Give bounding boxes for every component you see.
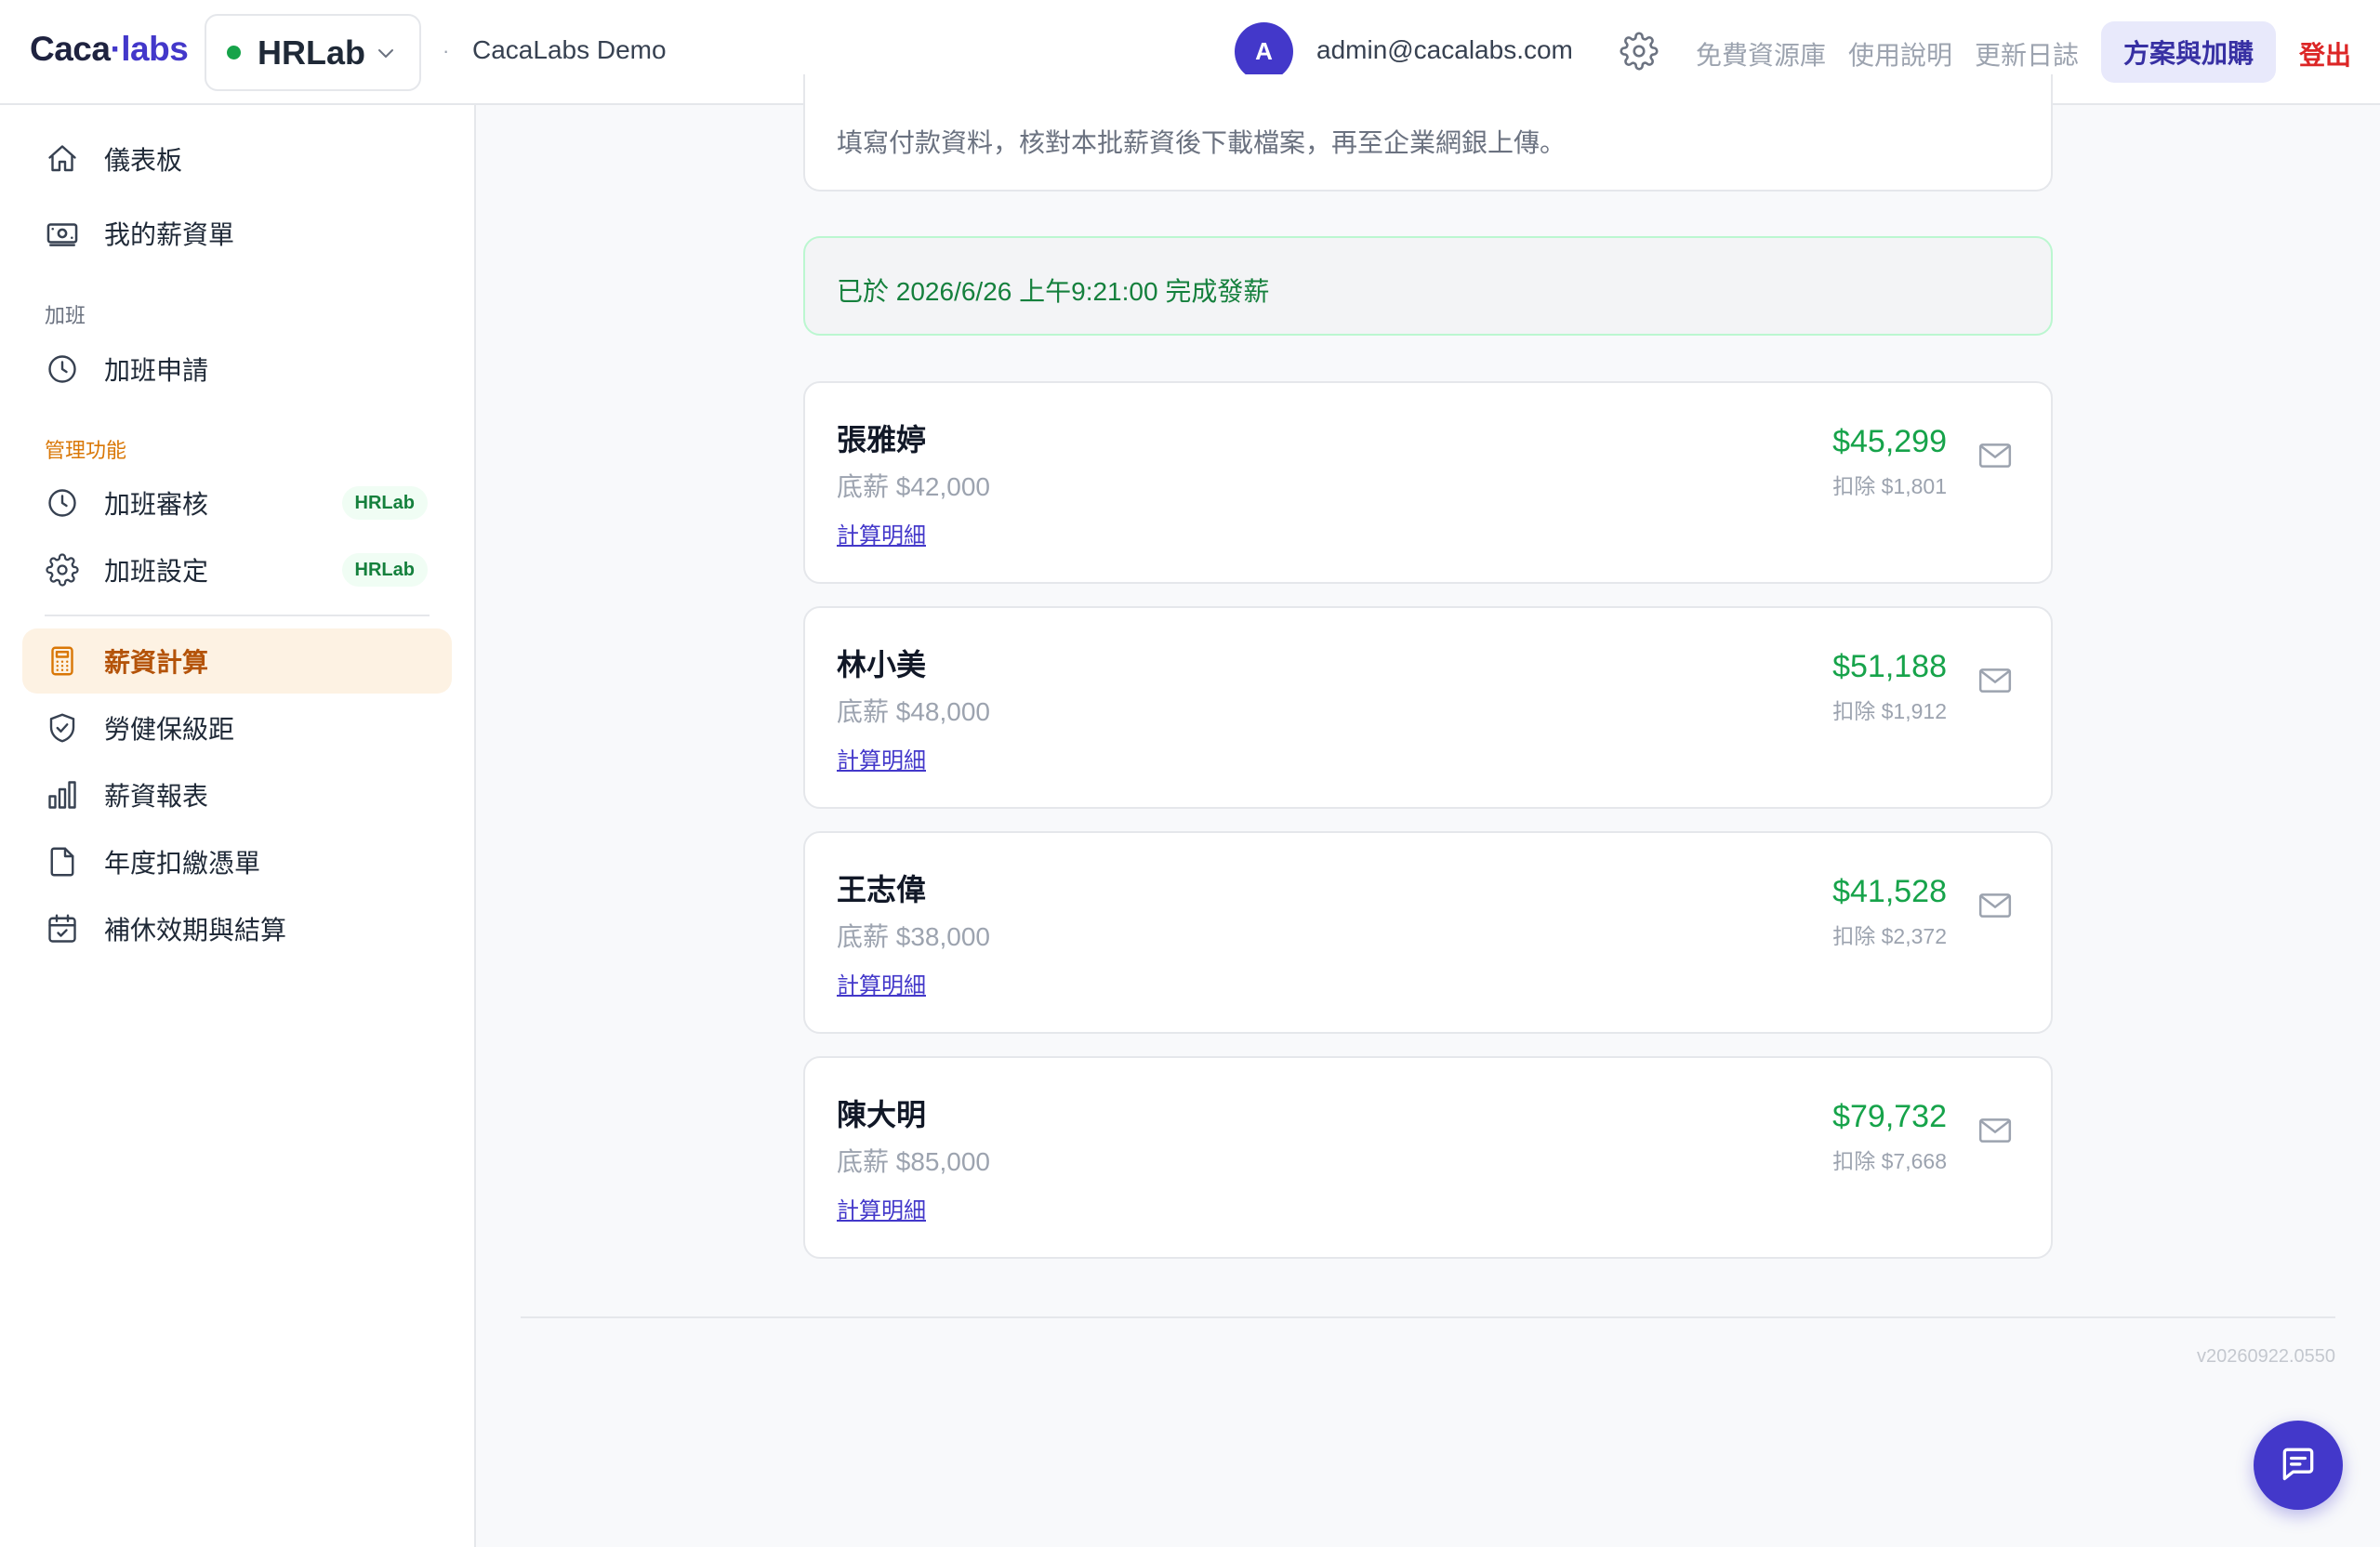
employee-net-pay: $79,732 (1832, 1099, 1947, 1134)
avatar[interactable]: A (1235, 22, 1293, 81)
clock-icon (45, 485, 80, 521)
employee-net-pay: $45,299 (1832, 424, 1947, 459)
employee-card: 王志偉 底薪 $38,000 計算明細 $41,528 扣除 $2,372 (803, 831, 2053, 1034)
employee-deduction: 扣除 $2,372 (1832, 924, 1947, 948)
calculation-detail-link[interactable]: 計算明細 (837, 967, 926, 999)
calculation-detail-link[interactable]: 計算明細 (837, 517, 926, 549)
settings-gear-icon[interactable] (1620, 32, 1659, 75)
instruction-card: 填寫付款資料，核對本批薪資後下載檔案，再至企業網銀上傳。 (803, 74, 2053, 192)
clock-icon (45, 351, 80, 387)
home-icon (45, 141, 80, 177)
employee-card: 林小美 底薪 $48,000 計算明細 $51,188 扣除 $1,912 (803, 606, 2053, 809)
logo-text-left: Caca (30, 30, 111, 68)
sidebar-item-label: 我的薪資單 (104, 220, 235, 249)
section-label-overtime: 加班 (45, 304, 86, 327)
sidebar-item-label: 補休效期與結算 (104, 916, 287, 945)
gear-icon (45, 552, 80, 588)
sidebar-item-label: 勞健保級距 (104, 715, 235, 744)
employee-base-salary: 底薪 $38,000 (837, 922, 990, 951)
sidebar-item-label: 加班審核 (104, 490, 209, 519)
employee-name: 張雅婷 (837, 423, 927, 456)
employee-base-salary: 底薪 $85,000 (837, 1147, 990, 1176)
manual-link[interactable]: 使用說明 (1848, 35, 1952, 73)
sidebar-item-dashboard[interactable]: 儀表板 (22, 126, 452, 192)
user-email: admin@cacalabs.com (1316, 35, 1573, 64)
mail-icon[interactable] (1977, 1112, 2014, 1154)
sidebar-item-payroll[interactable]: 薪資計算 (22, 628, 452, 694)
employee-net-pay: $51,188 (1832, 649, 1947, 684)
sidebar-item-comp-leave[interactable]: 補休效期與結算 (22, 896, 452, 961)
bar-chart-icon (45, 777, 80, 813)
status-dot (227, 46, 241, 60)
employee-card: 陳大明 底薪 $85,000 計算明細 $79,732 扣除 $7,668 (803, 1056, 2053, 1259)
breadcrumb-separator: · (443, 39, 450, 62)
sidebar-divider (45, 615, 430, 616)
logout-button[interactable]: 登出 (2299, 35, 2351, 73)
section-label-admin: 管理功能 (45, 439, 127, 462)
sidebar-item-label: 薪資計算 (104, 648, 209, 677)
employee-card: 張雅婷 底薪 $42,000 計算明細 $45,299 扣除 $1,801 (803, 381, 2053, 584)
calculation-detail-link[interactable]: 計算明細 (837, 742, 926, 774)
sidebar-item-reports[interactable]: 薪資報表 (22, 762, 452, 827)
mail-icon[interactable] (1977, 437, 2014, 479)
completed-message: 已於 2026/6/26 上午9:21:00 完成發薪 (837, 277, 1270, 306)
sidebar-item-label: 年度扣繳憑單 (104, 849, 261, 878)
employee-name: 王志偉 (837, 873, 927, 906)
employee-base-salary: 底薪 $48,000 (837, 697, 990, 726)
employee-net-pay: $41,528 (1832, 874, 1947, 909)
employee-deduction: 扣除 $7,668 (1832, 1149, 1947, 1173)
changelog-link[interactable]: 更新日誌 (1975, 35, 2079, 73)
chat-icon (2278, 1443, 2319, 1488)
sidebar-item-overtime-request[interactable]: 加班申請 (22, 337, 452, 402)
shield-icon (45, 710, 80, 746)
chat-button[interactable] (2254, 1421, 2343, 1510)
employee-name: 陳大明 (837, 1098, 927, 1131)
payslip-icon (45, 216, 80, 251)
app-name: HRLab (258, 33, 365, 72)
sidebar-item-label: 薪資報表 (104, 782, 209, 811)
calculation-detail-link[interactable]: 計算明細 (837, 1192, 926, 1224)
hrlab-badge: HRLab (341, 486, 428, 520)
app-switcher[interactable]: HRLab (205, 14, 421, 91)
sidebar-item-my-payslip[interactable]: 我的薪資單 (22, 201, 452, 266)
sidebar-item-label: 加班設定 (104, 557, 209, 586)
sidebar-item-overtime-settings[interactable]: 加班設定 HRLab (22, 537, 452, 602)
calendar-icon (45, 911, 80, 946)
plan-button[interactable]: 方案與加購 (2101, 21, 2276, 83)
logo-dot: · (110, 30, 122, 68)
footer-divider (521, 1316, 2335, 1318)
calculator-icon (45, 643, 80, 679)
org-name: CacaLabs Demo (472, 35, 667, 64)
instruction-text: 填寫付款資料，核對本批薪資後下載檔案，再至企業網銀上傳。 (837, 128, 1567, 157)
sidebar-item-insurance[interactable]: 勞健保級距 (22, 695, 452, 760)
version-label: v20260922.0550 (2196, 1346, 2335, 1367)
sidebar-item-label: 加班申請 (104, 356, 209, 385)
avatar-initial: A (1255, 37, 1273, 65)
logo-text-right: labs (121, 30, 189, 68)
sidebar-item-label: 儀表板 (104, 146, 183, 175)
document-icon (45, 844, 80, 879)
brand-logo[interactable]: Caca·labs (30, 30, 189, 69)
plan-button-label: 方案與加購 (2122, 39, 2254, 68)
employee-deduction: 扣除 $1,912 (1832, 699, 1947, 723)
employee-name: 林小美 (837, 648, 927, 681)
sidebar: 儀表板 我的薪資單 加班 加班申請 管理功能 加班審核 HRLab 加班設定 H… (0, 105, 476, 1547)
hrlab-badge: HRLab (341, 553, 428, 587)
employee-deduction: 扣除 $1,801 (1832, 474, 1947, 498)
chevron-down-icon (375, 42, 397, 69)
sidebar-item-withholding[interactable]: 年度扣繳憑單 (22, 829, 452, 894)
payment-completed-banner: 已於 2026/6/26 上午9:21:00 完成發薪 (803, 236, 2053, 336)
mail-icon[interactable] (1977, 887, 2014, 929)
sidebar-item-overtime-review[interactable]: 加班審核 HRLab (22, 470, 452, 536)
free-resources-link[interactable]: 免費資源庫 (1696, 35, 1826, 73)
employee-base-salary: 底薪 $42,000 (837, 472, 990, 501)
mail-icon[interactable] (1977, 662, 2014, 704)
